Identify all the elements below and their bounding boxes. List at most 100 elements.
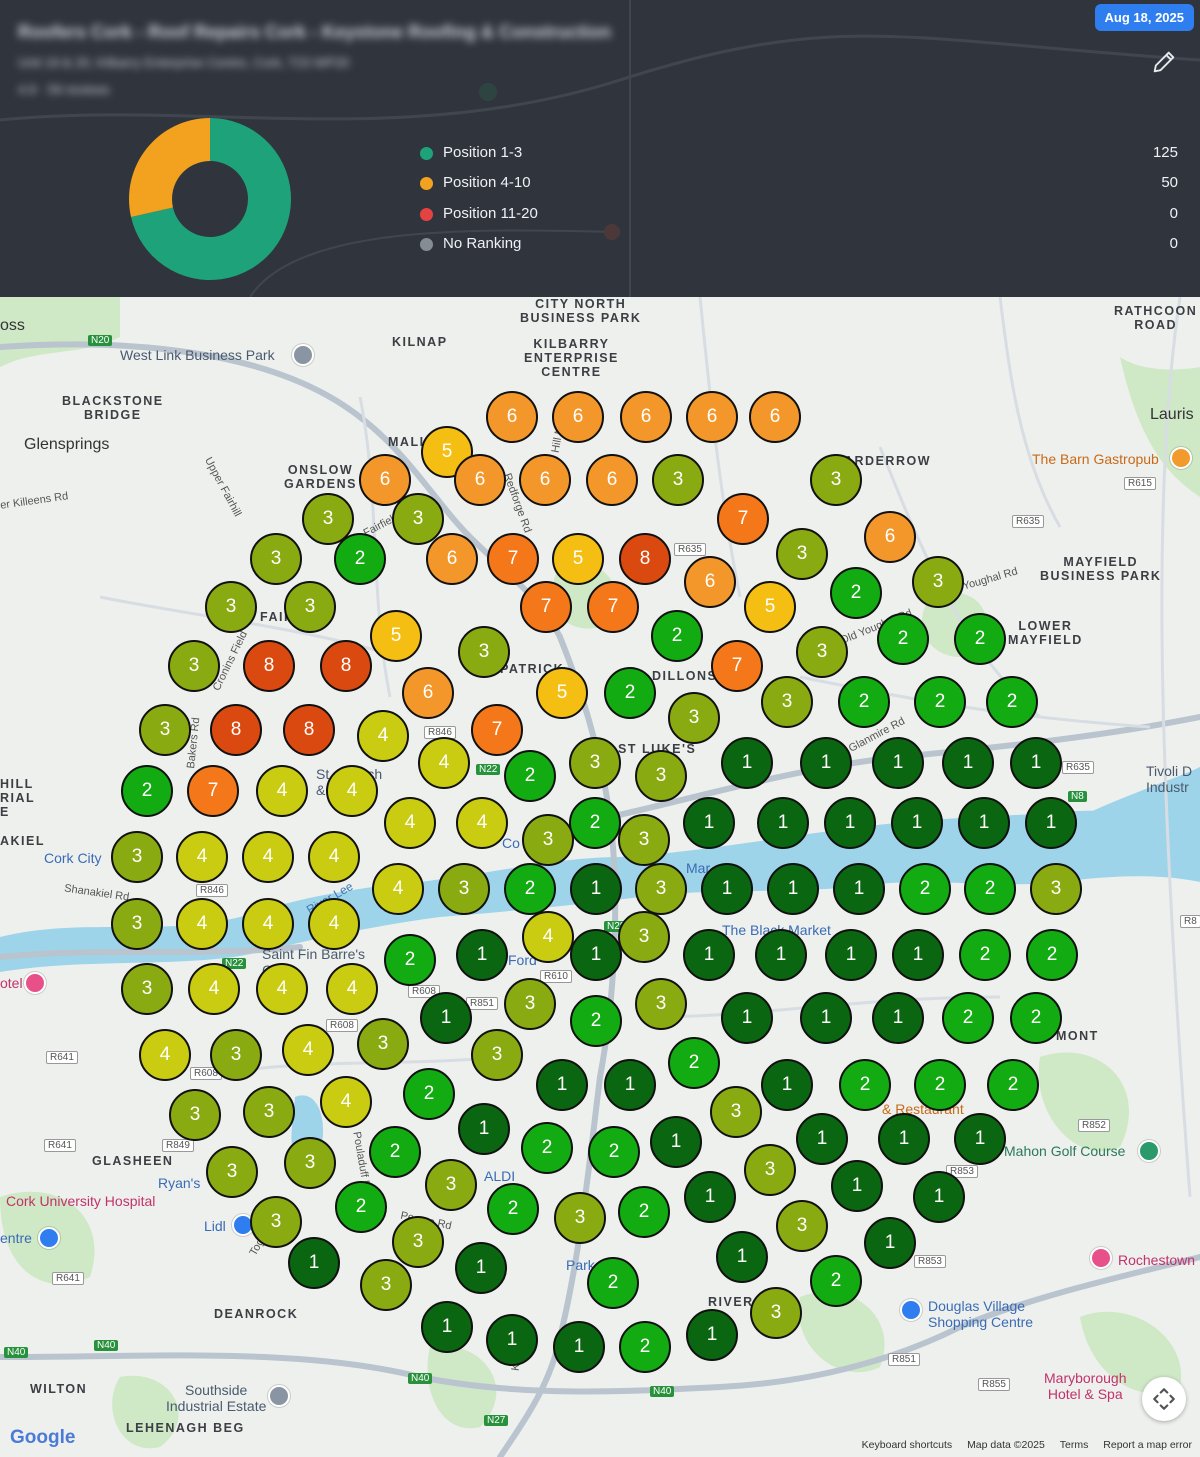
rank-marker[interactable]: 2	[954, 613, 1006, 665]
shopping-pin-icon[interactable]	[38, 1227, 60, 1249]
rank-marker[interactable]: 1	[954, 1113, 1006, 1165]
rank-marker[interactable]: 2	[618, 1186, 670, 1238]
rank-marker[interactable]: 1	[536, 1059, 588, 1111]
poi-rochestown[interactable]: Rochestown	[1118, 1252, 1195, 1268]
rank-marker[interactable]: 4	[176, 831, 228, 883]
rank-marker[interactable]: 5	[536, 667, 588, 719]
rank-marker[interactable]: 3	[210, 1029, 262, 1081]
rank-marker[interactable]: 3	[169, 1089, 221, 1141]
rank-marker[interactable]: 2	[334, 533, 386, 585]
rank-marker[interactable]: 1	[864, 1217, 916, 1269]
rank-marker[interactable]: 3	[458, 626, 510, 678]
rank-marker[interactable]: 3	[504, 978, 556, 1030]
rank-marker[interactable]: 2	[521, 1122, 573, 1174]
fullscreen-button[interactable]	[1142, 1377, 1186, 1421]
rank-marker[interactable]: 3	[243, 1086, 295, 1138]
rank-marker[interactable]: 4	[176, 898, 228, 950]
rank-marker[interactable]: 3	[1030, 863, 1082, 915]
rank-marker[interactable]: 1	[456, 929, 508, 981]
rank-marker[interactable]: 4	[357, 710, 409, 762]
rank-marker[interactable]: 3	[776, 1200, 828, 1252]
rank-marker[interactable]: 3	[250, 533, 302, 585]
rank-marker[interactable]: 1	[288, 1237, 340, 1289]
poi-west-link-business-park[interactable]: West Link Business Park	[120, 347, 275, 363]
rank-marker[interactable]: 1	[1010, 737, 1062, 789]
rank-marker[interactable]: 2	[899, 863, 951, 915]
report-map-error-link[interactable]: Report a map error	[1103, 1439, 1192, 1451]
rank-marker[interactable]: 1	[942, 737, 994, 789]
poi-tivoli-industrial[interactable]: Tivoli D Industr	[1146, 763, 1192, 795]
rank-marker[interactable]: 1	[604, 1059, 656, 1111]
poi-ryans[interactable]: Ryan's	[158, 1175, 200, 1191]
rank-marker[interactable]: 8	[243, 640, 295, 692]
rank-marker[interactable]: 4	[522, 911, 574, 963]
rank-marker[interactable]: 2	[604, 667, 656, 719]
rank-marker[interactable]: 1	[701, 863, 753, 915]
rank-marker[interactable]: 3	[360, 1259, 412, 1311]
rank-marker[interactable]: 1	[683, 929, 735, 981]
rank-marker[interactable]: 4	[188, 963, 240, 1015]
rank-marker[interactable]: 2	[335, 1181, 387, 1233]
rank-marker[interactable]: 1	[570, 863, 622, 915]
rank-marker[interactable]: 4	[326, 963, 378, 1015]
rank-marker[interactable]: 3	[250, 1196, 302, 1248]
poi-lidl[interactable]: Lidl	[204, 1218, 226, 1234]
rank-marker[interactable]: 2	[619, 1321, 671, 1373]
rank-marker[interactable]: 4	[372, 863, 424, 915]
rank-marker[interactable]: 1	[800, 737, 852, 789]
rank-marker[interactable]: 3	[635, 978, 687, 1030]
rank-marker[interactable]: 3	[710, 1086, 762, 1138]
rank-marker[interactable]: 4	[256, 765, 308, 817]
poi-cork-city[interactable]: Cork City	[44, 850, 102, 866]
rank-marker[interactable]: 1	[800, 992, 852, 1044]
rank-marker[interactable]: 4	[308, 831, 360, 883]
rank-marker[interactable]: 3	[522, 814, 574, 866]
rank-marker[interactable]: 3	[761, 676, 813, 728]
rank-marker[interactable]: 1	[892, 929, 944, 981]
rank-marker[interactable]: 2	[964, 863, 1016, 915]
rank-marker[interactable]: 1	[872, 992, 924, 1044]
rank-marker[interactable]: 3	[810, 454, 862, 506]
restaurant-pin-icon[interactable]	[1170, 447, 1192, 469]
rank-marker[interactable]: 4	[326, 765, 378, 817]
poi-hotel-west[interactable]: otel	[0, 975, 23, 991]
rank-marker[interactable]: 3	[111, 898, 163, 950]
rank-marker[interactable]: 4	[282, 1024, 334, 1076]
rank-marker[interactable]: 2	[839, 1059, 891, 1111]
rank-marker[interactable]: 3	[618, 814, 670, 866]
rank-marker[interactable]: 6	[426, 533, 478, 585]
rank-marker[interactable]: 7	[187, 765, 239, 817]
rank-marker[interactable]: 2	[1010, 992, 1062, 1044]
rank-marker[interactable]: 8	[320, 640, 372, 692]
rank-marker[interactable]: 4	[456, 797, 508, 849]
hotel-pin-icon[interactable]	[1090, 1247, 1112, 1269]
rank-marker[interactable]: 1	[796, 1113, 848, 1165]
rank-marker[interactable]: 1	[570, 929, 622, 981]
rank-marker[interactable]: 2	[914, 676, 966, 728]
rank-marker[interactable]: 6	[454, 454, 506, 506]
rank-marker[interactable]: 5	[370, 610, 422, 662]
rank-marker[interactable]: 3	[569, 737, 621, 789]
business-park-pin-icon[interactable]	[292, 344, 314, 366]
rank-marker[interactable]: 3	[635, 863, 687, 915]
rank-marker[interactable]: 3	[635, 750, 687, 802]
rank-marker[interactable]: 2	[569, 797, 621, 849]
poi-southside-industrial-estate[interactable]: Southside Industrial Estate	[166, 1382, 266, 1414]
rank-marker[interactable]: 2	[504, 863, 556, 915]
rank-marker[interactable]: 3	[744, 1144, 796, 1196]
rank-marker[interactable]: 3	[438, 863, 490, 915]
rank-marker[interactable]: 1	[761, 1059, 813, 1111]
rank-marker[interactable]: 1	[421, 1301, 473, 1353]
rank-marker[interactable]: 2	[942, 992, 994, 1044]
rank-marker[interactable]: 4	[418, 737, 470, 789]
rank-marker[interactable]: 6	[620, 391, 672, 443]
shopping-bag-pin-icon[interactable]	[900, 1299, 922, 1321]
rank-marker[interactable]: 1	[455, 1242, 507, 1294]
rank-marker[interactable]: 6	[684, 556, 736, 608]
rank-marker[interactable]: 2	[384, 934, 436, 986]
rank-marker[interactable]: 2	[877, 613, 929, 665]
rank-marker[interactable]: 1	[872, 737, 924, 789]
rank-marker[interactable]: 2	[986, 676, 1038, 728]
rank-marker[interactable]: 1	[684, 1171, 736, 1223]
rank-marker[interactable]: 2	[369, 1126, 421, 1178]
